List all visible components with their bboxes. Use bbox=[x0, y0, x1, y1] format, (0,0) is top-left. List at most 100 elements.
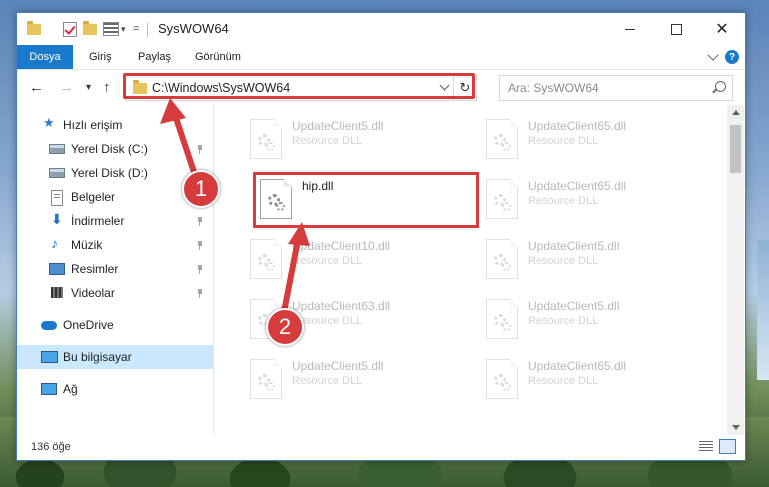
dll-file-icon bbox=[486, 179, 518, 219]
file-name: UpdateClient10.dll bbox=[292, 239, 391, 253]
nav-item-videos[interactable]: Videolar bbox=[17, 281, 213, 305]
file-name: UpdateClient65.dll bbox=[528, 359, 627, 373]
file-list: UpdateClient5.dll Resource DLL UpdateCli… bbox=[214, 105, 726, 435]
nav-item-disk-c[interactable]: Yerel Disk (C:) bbox=[17, 137, 213, 161]
callout-1: 1 bbox=[182, 170, 220, 208]
nav-item-quick-access[interactable]: ★ Hızlı erişim bbox=[17, 113, 213, 137]
tab-file[interactable]: Dosya bbox=[17, 45, 73, 69]
nav-label: Yerel Disk (C:) bbox=[71, 142, 148, 156]
item-count: 136 öğe bbox=[31, 441, 71, 453]
scroll-thumb[interactable] bbox=[730, 125, 741, 173]
drive-icon bbox=[49, 168, 65, 178]
search-box[interactable]: Ara: SysWOW64 bbox=[499, 75, 733, 101]
explorer-window: ▾ = SysWOW64 ✕ Dosya Giriş Paylaş Görünü… bbox=[16, 12, 746, 461]
pin-icon bbox=[197, 217, 203, 226]
nav-label: Ağ bbox=[63, 382, 78, 396]
nav-label: Hızlı erişim bbox=[63, 118, 123, 132]
nav-item-pictures[interactable]: Resimler bbox=[17, 257, 213, 281]
list-item[interactable]: UpdateClient10.dll Resource DLL bbox=[242, 233, 462, 285]
file-name: UpdateClient65.dll bbox=[528, 119, 627, 133]
dll-file-icon bbox=[486, 299, 518, 339]
file-type: Resource DLL bbox=[528, 375, 599, 387]
nav-item-onedrive[interactable]: OneDrive bbox=[17, 313, 213, 337]
tab-home[interactable]: Giriş bbox=[89, 45, 112, 69]
window-title: SysWOW64 bbox=[158, 21, 229, 36]
file-type: Resource DLL bbox=[528, 135, 599, 147]
properties-check-icon[interactable] bbox=[63, 21, 77, 37]
nav-label: OneDrive bbox=[63, 318, 114, 332]
chevron-down-icon[interactable]: ▾ bbox=[121, 21, 126, 37]
recent-locations-icon[interactable]: ▾ bbox=[86, 82, 91, 93]
pin-icon bbox=[197, 265, 203, 274]
file-name: UpdateClient5.dll bbox=[292, 359, 384, 373]
pictures-icon bbox=[49, 263, 65, 275]
file-name: UpdateClient63.dll bbox=[292, 299, 391, 313]
dll-file-icon bbox=[486, 239, 518, 279]
nav-label: Müzik bbox=[71, 238, 103, 252]
computer-icon bbox=[41, 351, 58, 363]
expand-ribbon-icon[interactable] bbox=[707, 49, 719, 61]
list-item[interactable]: UpdateClient5.dll Resource DLL bbox=[242, 113, 462, 165]
tab-share[interactable]: Paylaş bbox=[138, 45, 171, 69]
list-item[interactable]: UpdateClient5.dll Resource DLL bbox=[478, 233, 698, 285]
list-item[interactable]: UpdateClient65.dll Resource DLL bbox=[478, 173, 698, 225]
file-name: UpdateClient65.dll bbox=[528, 179, 627, 193]
close-icon: ✕ bbox=[715, 21, 729, 38]
list-item[interactable]: UpdateClient65.dll Resource DLL bbox=[478, 113, 698, 165]
star-icon: ★ bbox=[43, 115, 55, 130]
maximize-button[interactable] bbox=[653, 13, 699, 45]
list-item[interactable]: UpdateClient5.dll Resource DLL bbox=[242, 353, 462, 405]
download-icon: ⬇ bbox=[51, 211, 63, 227]
nav-item-this-pc[interactable]: Bu bilgisayar bbox=[17, 345, 213, 369]
background-lake bbox=[757, 240, 769, 380]
videos-icon bbox=[51, 287, 63, 298]
close-button[interactable]: ✕ bbox=[699, 13, 745, 45]
file-type: Resource DLL bbox=[528, 255, 599, 267]
navigation-pane: ★ Hızlı erişim Yerel Disk (C:) Yerel Dis… bbox=[17, 105, 214, 435]
nav-label: Belgeler bbox=[71, 190, 116, 204]
file-type: Resource DLL bbox=[292, 135, 363, 147]
maximize-icon bbox=[670, 23, 682, 35]
help-icon[interactable]: ? bbox=[725, 50, 739, 64]
list-item[interactable]: UpdateClient65.dll Resource DLL bbox=[478, 353, 698, 405]
properties-icon[interactable] bbox=[103, 21, 119, 37]
search-icon bbox=[715, 81, 726, 92]
up-button[interactable]: ↑ bbox=[103, 79, 111, 96]
status-bar: 136 öğe bbox=[17, 435, 745, 459]
file-name: UpdateClient5.dll bbox=[292, 119, 384, 133]
forward-button[interactable]: → bbox=[59, 79, 74, 96]
address-row: ← → ▾ ↑ C:\Windows\SysWOW64 ↻ Ara: SysWO… bbox=[17, 70, 745, 104]
document-icon bbox=[51, 190, 63, 206]
nav-label: Resimler bbox=[71, 262, 119, 276]
nav-label: Bu bilgisayar bbox=[63, 350, 132, 364]
file-type: Resource DLL bbox=[292, 375, 363, 387]
file-type: Resource DLL bbox=[528, 315, 599, 327]
music-icon: ♪ bbox=[51, 235, 58, 251]
new-folder-icon[interactable] bbox=[83, 20, 97, 37]
tiles-view-icon[interactable] bbox=[719, 439, 736, 454]
back-button[interactable]: ← bbox=[29, 79, 44, 96]
nav-item-downloads[interactable]: ⬇ İndirmeler bbox=[17, 209, 213, 233]
vertical-scrollbar[interactable] bbox=[727, 105, 744, 435]
nav-item-music[interactable]: ♪ Müzik bbox=[17, 233, 213, 257]
list-item[interactable]: UpdateClient5.dll Resource DLL bbox=[478, 293, 698, 345]
nav-item-network[interactable]: Ağ bbox=[17, 377, 213, 401]
file-highlight-box bbox=[253, 172, 479, 228]
file-type: Resource DLL bbox=[528, 195, 599, 207]
search-input[interactable]: Ara: SysWOW64 bbox=[508, 81, 599, 95]
pin-icon bbox=[197, 145, 203, 154]
callout-2: 2 bbox=[266, 308, 304, 346]
title-bar: ▾ = SysWOW64 ✕ bbox=[17, 13, 745, 45]
minimize-button[interactable] bbox=[607, 13, 653, 45]
nav-label: Videolar bbox=[71, 286, 115, 300]
details-view-icon[interactable] bbox=[699, 441, 713, 451]
scroll-up-icon[interactable] bbox=[732, 110, 740, 115]
scroll-down-icon[interactable] bbox=[732, 425, 740, 430]
tab-view[interactable]: Görünüm bbox=[195, 45, 241, 69]
cloud-icon bbox=[41, 321, 57, 330]
file-type: Resource DLL bbox=[292, 255, 363, 267]
folder-icon bbox=[27, 20, 41, 37]
customize-toolbar-icon[interactable]: = bbox=[133, 21, 139, 37]
pin-icon bbox=[197, 289, 203, 298]
nav-label: Yerel Disk (D:) bbox=[71, 166, 148, 180]
